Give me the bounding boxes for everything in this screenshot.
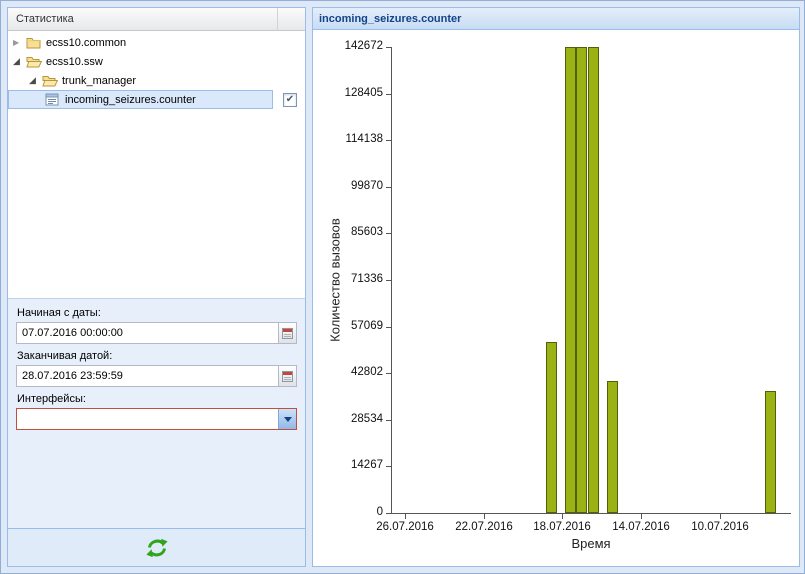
y-axis-tick-label: 71336 [315,273,383,285]
y-axis-tick [386,466,391,467]
x-axis-line [391,513,791,514]
y-axis-tick [386,513,391,514]
end-date-picker-button[interactable] [278,366,296,386]
chart-panel: incoming_seizures.counter Количество выз… [312,7,800,567]
y-axis-tick-label: 0 [315,506,383,518]
refresh-button[interactable] [142,534,172,562]
tree-item-label: trunk_manager [60,75,136,87]
tree-item-row[interactable]: ◢ ecss10.ssw [8,52,273,71]
chart-panel-header: incoming_seizures.counter [313,8,799,30]
x-axis-tick-label: 22.07.2016 [444,521,524,533]
y-axis-tick-label: 28534 [315,413,383,425]
tree-item-ecss10.ssw[interactable]: ◢ ecss10.ssw [8,52,305,71]
chart-panel-title: incoming_seizures.counter [319,13,461,25]
x-axis-tick-label: 14.07.2016 [601,521,681,533]
chart-bar [588,47,599,513]
interfaces-input[interactable] [16,408,297,430]
chart-bar [546,342,557,513]
chart-bar [576,47,587,513]
start-date-picker-button[interactable] [278,323,296,343]
start-date-input[interactable] [16,322,297,344]
checkbox-cell [275,52,305,71]
x-axis-tick [720,514,721,519]
bottom-toolbar [8,528,305,566]
x-axis-tick [562,514,563,519]
x-axis-tick [641,514,642,519]
x-axis-tick [484,514,485,519]
collapse-arrow-icon[interactable]: ◢ [29,71,42,90]
app-window: Статистика ▶ecss10.common◢ecss10.ssw◢tru… [0,0,805,574]
chart-bar [765,391,776,513]
tree-item-trunk_manager[interactable]: ◢ trunk_manager [8,71,305,90]
statistics-header-title: Статистика [8,13,277,25]
y-axis-tick-label: 85603 [315,226,383,238]
y-axis-tick [386,47,391,48]
folder-open-icon [42,74,60,87]
calendar-icon [282,328,293,339]
statistics-panel-header: Статистика [8,8,305,31]
y-axis-tick [386,420,391,421]
checkbox-cell [275,71,305,90]
checkbox-column-header [277,8,305,30]
tree-item-label: ecss10.ssw [44,56,103,68]
checkbox-cell: ✔ [275,90,305,109]
tree-item-row[interactable]: incoming_seizures.counter [8,90,273,109]
statistics-panel: Статистика ▶ecss10.common◢ecss10.ssw◢tru… [7,7,306,567]
y-axis-tick-label: 57069 [315,320,383,332]
tree-item-row[interactable]: ▶ ecss10.common [8,33,273,52]
checkbox-cell [275,33,305,52]
y-axis-tick-label: 42802 [315,366,383,378]
interfaces-label: Интерфейсы: [8,387,305,408]
end-date-field [16,365,297,387]
filter-form: Начиная с даты: Заканчивая датой: Интерф… [8,298,305,528]
folder-icon [26,36,44,49]
chart-body: Количество вызовов Время 014267285344280… [313,30,799,566]
end-date-input[interactable] [16,365,297,387]
tree-item-row[interactable]: ◢ trunk_manager [8,71,273,90]
series-checkbox[interactable]: ✔ [283,93,297,107]
y-axis-tick [386,373,391,374]
x-axis-tick-label: 26.07.2016 [365,521,445,533]
y-axis-tick-label: 114138 [315,133,383,145]
tree-item-label: incoming_seizures.counter [63,94,196,106]
tree-item-label: ecss10.common [44,37,126,49]
tree-item-ecss10.common[interactable]: ▶ ecss10.common [8,33,305,52]
y-axis-line [391,47,392,514]
chart-bar [565,47,576,513]
interfaces-dropdown-button[interactable] [278,409,296,429]
y-axis-tick [386,233,391,234]
interfaces-field [16,408,297,430]
expand-arrow-icon[interactable]: ▶ [13,33,26,52]
collapse-arrow-icon[interactable]: ◢ [13,52,26,71]
end-date-label: Заканчивая датой: [8,344,305,365]
refresh-icon [146,538,168,558]
y-axis-tick-label: 99870 [315,180,383,192]
y-axis-tick [386,140,391,141]
folder-open-icon [26,55,44,68]
start-date-field [16,322,297,344]
y-axis-tick [386,94,391,95]
counter-icon [45,93,63,106]
x-axis-tick [405,514,406,519]
y-axis-tick-label: 128405 [315,87,383,99]
y-axis-tick [386,187,391,188]
start-date-label: Начиная с даты: [8,301,305,322]
chart-bar [607,381,618,513]
y-axis-tick [386,280,391,281]
statistics-tree: ▶ecss10.common◢ecss10.ssw◢trunk_manageri… [8,31,305,298]
y-axis-tick-label: 14267 [315,459,383,471]
tree-item-incoming_seizures.counter[interactable]: incoming_seizures.counter ✔ [8,90,305,109]
y-axis-tick-label: 142672 [315,40,383,52]
x-axis-tick-label: 10.07.2016 [680,521,760,533]
chevron-down-icon [284,417,292,422]
x-axis-title: Время [391,536,791,551]
y-axis-tick [386,327,391,328]
x-axis-tick-label: 18.07.2016 [522,521,602,533]
calendar-icon [282,371,293,382]
